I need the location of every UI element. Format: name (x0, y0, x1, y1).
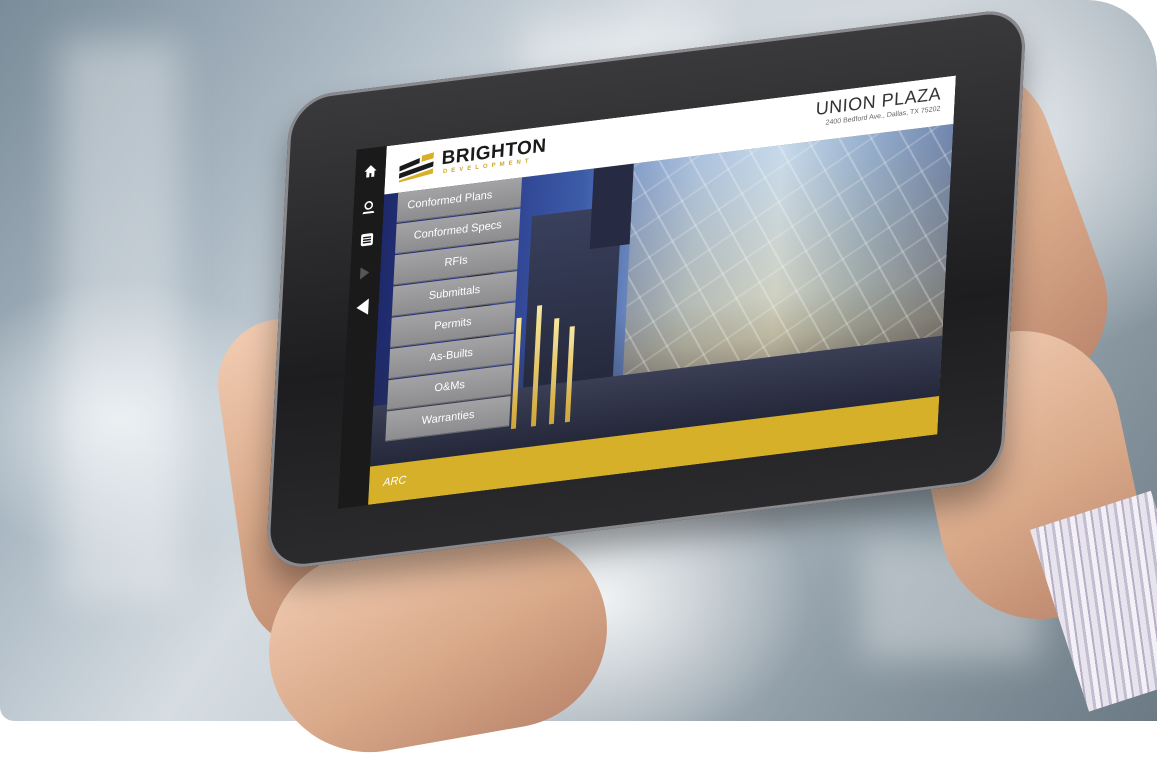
brighton-logo-icon (398, 152, 435, 183)
list-icon[interactable] (357, 231, 376, 251)
arc-label: ARC (382, 474, 407, 490)
collapse-arrow-icon[interactable] (356, 298, 369, 317)
tablet-device: BRIGHTON DEVELOPMENT UNION PLAZA 2400 Be… (265, 6, 1029, 572)
location-pin-icon[interactable] (359, 199, 378, 219)
background-tower (589, 163, 634, 250)
expand-arrow-icon[interactable] (359, 266, 370, 280)
background-blur-shape (60, 40, 180, 600)
home-icon[interactable] (361, 163, 380, 183)
document-menu: Conformed Plans Conformed Specs RFIs Sub… (385, 177, 523, 442)
